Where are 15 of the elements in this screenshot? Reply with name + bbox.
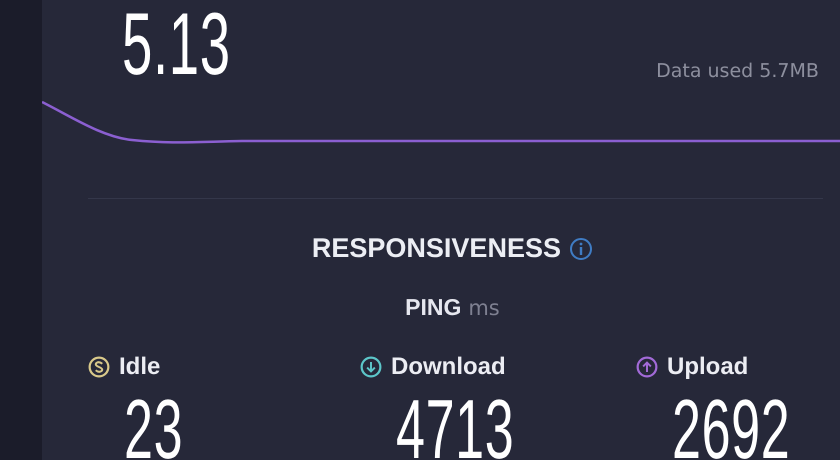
info-icon[interactable] <box>568 236 593 260</box>
speed-value: 5.13 <box>122 0 231 88</box>
metric-label: Download <box>391 353 506 381</box>
ping-label: PING <box>405 294 462 321</box>
download-icon <box>360 356 382 378</box>
ping-value: 23 <box>124 387 184 460</box>
upload-icon <box>636 356 658 378</box>
ping-value: 2692 <box>672 387 790 460</box>
section-title: RESPONSIVENESS <box>312 233 561 264</box>
idle-icon <box>88 356 110 378</box>
data-used-text: Data used 5.7MB <box>656 60 819 82</box>
metric-label: Idle <box>119 353 160 381</box>
ping-unit: ms <box>468 296 500 320</box>
ping-value: 4713 <box>396 387 514 460</box>
metric-label: Upload <box>667 353 748 381</box>
